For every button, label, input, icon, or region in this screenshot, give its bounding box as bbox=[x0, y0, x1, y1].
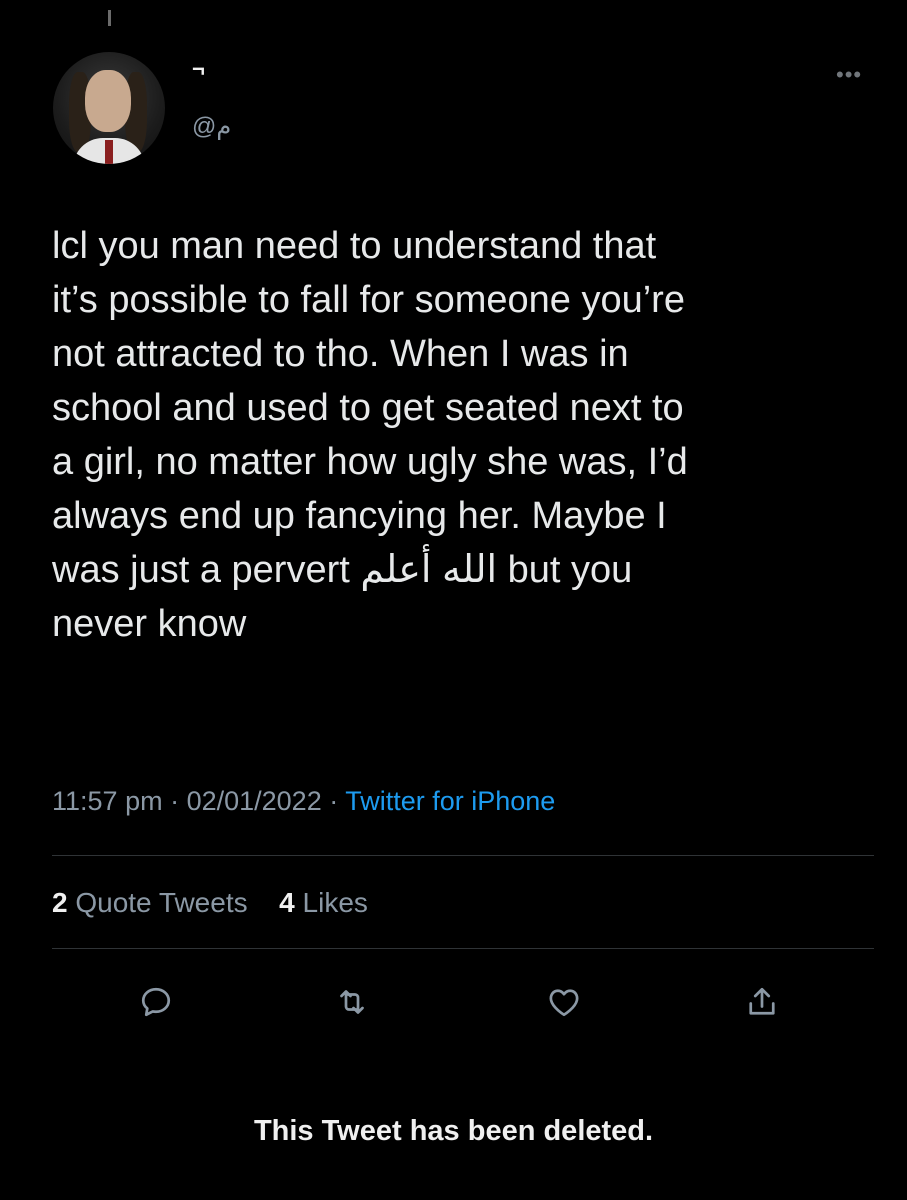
author-handle[interactable]: @م bbox=[192, 112, 231, 141]
tweet-deleted-notice: This Tweet has been deleted. bbox=[253, 1115, 654, 1147]
share-button[interactable] bbox=[740, 980, 784, 1024]
meta-separator: · bbox=[321, 786, 346, 816]
avatar[interactable] bbox=[53, 52, 165, 164]
quote-tweets-stat[interactable]: 2 Quote Tweets bbox=[52, 887, 248, 918]
tweet-text: lcl you man need to understand that it’s… bbox=[52, 225, 688, 645]
meta-separator: · bbox=[162, 786, 187, 816]
like-button[interactable] bbox=[542, 980, 586, 1024]
like-icon bbox=[549, 989, 579, 1017]
likes-stat[interactable]: 4 Likes bbox=[279, 887, 368, 918]
quote-tweets-count: 2 bbox=[52, 887, 68, 918]
likes-label: Likes bbox=[294, 887, 368, 918]
tweet-meta: 11:57 pm · 02/01/2022 · Twitter for iPho… bbox=[52, 786, 555, 817]
divider-top bbox=[52, 855, 874, 856]
retweet-icon bbox=[340, 990, 364, 1014]
top-edge-mark bbox=[108, 10, 111, 26]
tweet-stats: 2 Quote Tweets 4 Likes bbox=[52, 887, 368, 919]
retweet-button[interactable] bbox=[330, 980, 374, 1024]
divider-bottom bbox=[52, 948, 874, 949]
reply-icon bbox=[141, 987, 171, 1017]
more-horizontal-icon[interactable]: ••• bbox=[836, 62, 862, 88]
author-display-name[interactable]: ¬ bbox=[192, 56, 205, 82]
avatar-face bbox=[85, 70, 131, 132]
tweet-source-link[interactable]: Twitter for iPhone bbox=[345, 786, 555, 816]
quote-tweets-label: Quote Tweets bbox=[67, 887, 248, 918]
likes-count: 4 bbox=[279, 887, 295, 918]
share-icon bbox=[749, 987, 775, 1015]
tweet-time[interactable]: 11:57 pm bbox=[52, 786, 163, 816]
avatar-shirt-stripe bbox=[105, 140, 113, 164]
reply-button[interactable] bbox=[134, 980, 178, 1024]
tweet-date[interactable]: 02/01/2022 bbox=[187, 786, 322, 816]
